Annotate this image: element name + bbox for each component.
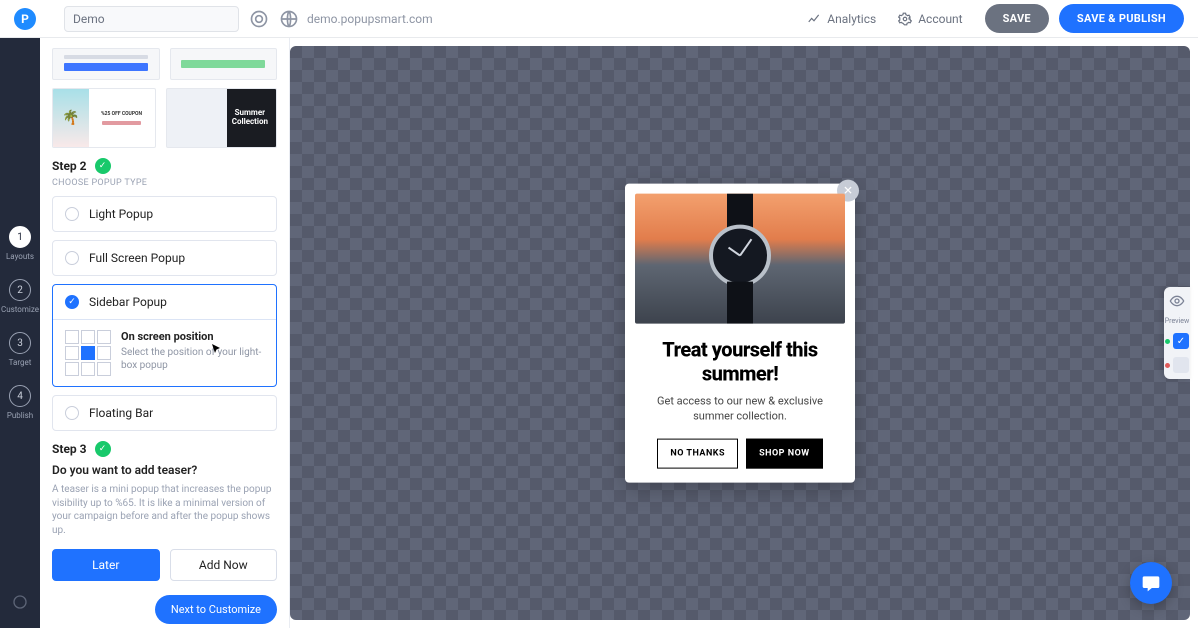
gear-icon [898,12,912,26]
brand-logo[interactable]: P [0,0,50,37]
step3-header: Step 3✓ [52,441,277,457]
template-thumb[interactable]: 🌴 %25 OFF COUPON [52,88,156,148]
preview-canvas[interactable]: ✕ Treat yourself this summer! Get access… [290,46,1190,620]
teaser-question: Do you want to add teaser? [52,463,277,477]
no-thanks-button[interactable]: NO THANKS [657,438,738,468]
check-icon: ✓ [95,441,111,457]
popup-body: Get access to our new & exclusive summer… [641,394,839,425]
step-dot-publish[interactable]: 4 [9,385,31,407]
eye-icon[interactable] [1169,293,1185,309]
step-dot-layouts[interactable]: 1 [9,226,31,248]
chat-button[interactable] [1130,562,1172,604]
template-thumb[interactable] [170,48,278,80]
template-thumb[interactable]: Summer Collection [166,88,278,148]
analytics-link[interactable]: Analytics [807,12,876,26]
analytics-icon [807,12,821,26]
popup-type-option-selected[interactable]: Sidebar Popup On screen positionSelect t… [52,284,277,387]
target-icon[interactable] [249,9,269,29]
radio-icon [65,207,79,221]
popup-image [635,194,845,324]
chat-icon [1141,573,1161,593]
popup-type-option[interactable]: Full Screen Popup [52,240,277,276]
radio-icon [65,406,79,420]
step-label: Publish [7,411,33,420]
popup-type-option[interactable]: Light Popup [52,196,277,232]
cursor-icon [210,343,222,355]
position-grid[interactable] [65,330,111,376]
position-picker: On screen positionSelect the position of… [53,319,276,386]
site-url: demo.popupsmart.com [307,12,433,26]
save-button[interactable]: SAVE [985,4,1049,33]
step-dot-customize[interactable]: 2 [9,279,31,301]
dock-device[interactable] [1165,357,1189,373]
globe-icon [279,9,299,29]
preview-label: Preview [1165,317,1189,325]
template-thumb[interactable] [52,48,160,80]
popup-preview[interactable]: ✕ Treat yourself this summer! Get access… [625,184,855,483]
step-label: Target [9,358,32,367]
shop-now-button[interactable]: SHOP NOW [746,438,823,468]
dock-device-active[interactable]: ✓ [1165,333,1189,349]
radio-icon [65,251,79,265]
popup-type-option[interactable]: Floating Bar [52,395,277,431]
radio-icon [65,295,79,309]
campaign-name-input[interactable]: Demo [64,6,239,32]
popup-title: Treat yourself this summer! [641,338,839,386]
step2-header: Step 2✓ [52,158,277,174]
step-dot-target[interactable]: 3 [9,332,31,354]
account-link[interactable]: Account [898,12,962,26]
later-button[interactable]: Later [52,549,160,581]
step2-subtitle: CHOOSE POPUP TYPE [52,178,277,188]
position-cell-active[interactable] [81,346,95,360]
step-label: Layouts [6,252,34,261]
add-now-button[interactable]: Add Now [170,549,278,581]
check-icon: ✓ [95,158,111,174]
help-icon[interactable] [12,594,28,610]
step-rail: 1 Layouts 2 Customize 3 Target 4 Publish [0,38,40,628]
step-label: Customize [1,305,39,314]
teaser-description: A teaser is a mini popup that increases … [52,483,277,537]
save-publish-button[interactable]: SAVE & PUBLISH [1059,4,1184,33]
side-panel: 🌴 %25 OFF COUPON Summer Collection Step … [40,38,290,628]
preview-dock: Preview ✓ [1164,287,1190,379]
next-to-customize-button[interactable]: Next to Customize [155,595,277,624]
top-bar: P Demo demo.popupsmart.com Analytics Acc… [0,0,1198,38]
